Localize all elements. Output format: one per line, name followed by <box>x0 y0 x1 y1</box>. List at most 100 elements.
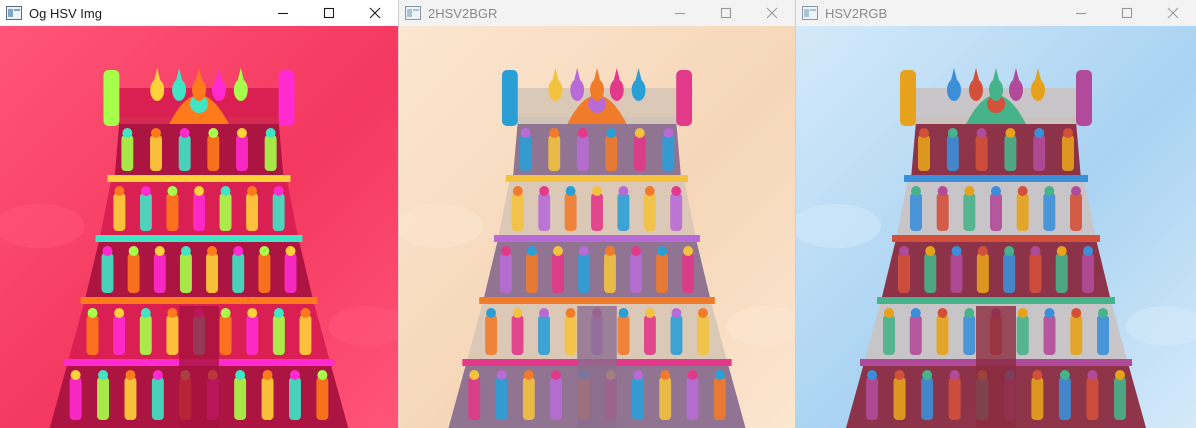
finial <box>1009 79 1023 101</box>
maximize-button[interactable] <box>703 0 749 26</box>
sculpture-head <box>605 246 615 256</box>
sculpture-figure <box>946 135 959 171</box>
sculpture-figure <box>179 253 192 293</box>
title-bar[interactable]: 2HSV2BGR <box>399 0 795 26</box>
minimize-button[interactable] <box>260 0 306 26</box>
finial <box>989 79 1003 101</box>
sculpture-figure <box>682 253 695 293</box>
close-icon <box>369 7 381 19</box>
doorway <box>976 306 1016 428</box>
window-og-hsv[interactable]: Og HSV Img <box>0 0 398 428</box>
sculpture-figure <box>511 193 524 231</box>
sculpture-head <box>565 186 576 196</box>
temple-image <box>796 26 1196 428</box>
finial <box>609 79 624 101</box>
minimize-button[interactable] <box>657 0 703 26</box>
sculpture-figure <box>284 253 297 293</box>
cornice-band <box>479 297 715 304</box>
sculpture-figure <box>206 253 219 293</box>
window-2hsv2bgr[interactable]: 2HSV2BGR <box>398 0 795 428</box>
close-button[interactable] <box>1150 0 1196 26</box>
image-canvas <box>0 26 398 428</box>
sculpture-head <box>273 308 284 318</box>
sculpture-figure <box>246 193 259 231</box>
sculpture-head <box>644 186 655 196</box>
close-button[interactable] <box>749 0 795 26</box>
sculpture-figure <box>670 193 683 231</box>
sculpture-figure <box>468 377 481 420</box>
sculpture-head <box>632 370 643 380</box>
sculpture-figure <box>1031 377 1044 420</box>
sculpture-figure <box>538 193 551 231</box>
sculpture-figure <box>605 135 618 171</box>
image-canvas <box>399 26 795 428</box>
sculpture-figure <box>578 253 590 293</box>
window-title: 2HSV2BGR <box>428 5 498 21</box>
tower-tier <box>84 239 314 301</box>
close-button[interactable] <box>352 0 398 26</box>
sculpture-figure <box>918 135 930 171</box>
sculpture-head <box>247 308 258 318</box>
title-bar[interactable]: Og HSV Img <box>0 0 398 26</box>
window-controls <box>1058 0 1196 26</box>
sculpture-figure <box>69 377 82 420</box>
sculpture-head <box>631 246 641 256</box>
sculpture-head <box>262 370 273 380</box>
sculpture-figure <box>499 253 512 293</box>
tower-tier <box>911 121 1081 179</box>
finial <box>192 79 206 101</box>
sculpture-head <box>925 246 936 256</box>
sculpture-head <box>114 186 125 196</box>
sculpture-head <box>947 128 958 138</box>
sculpture-figure <box>1033 135 1046 171</box>
sculpture-figure <box>316 377 329 420</box>
sculpture-figure <box>261 377 274 420</box>
sculpture-head <box>539 186 550 196</box>
sculpture-head <box>894 370 905 380</box>
sculpture-head <box>469 370 480 380</box>
sculpture-figure <box>113 193 126 231</box>
window-title: HSV2RGB <box>825 5 888 21</box>
sculpture-figure <box>538 315 550 355</box>
sculpture-head <box>1032 370 1043 380</box>
sculpture-figure <box>264 135 277 171</box>
sculpture-head <box>237 128 247 138</box>
sculpture-figure <box>591 193 603 231</box>
sculpture-figure <box>656 253 668 293</box>
sculpture-figure <box>1070 193 1082 231</box>
sculpture-head <box>140 308 151 318</box>
sculpture-figure <box>630 253 642 293</box>
sculpture-figure <box>1114 377 1126 420</box>
sculpture-head <box>233 246 244 256</box>
window-controls <box>657 0 795 26</box>
finial <box>211 79 226 101</box>
sculpture-figure <box>604 253 616 293</box>
corner-guardian <box>103 70 120 126</box>
sculpture-head <box>114 308 125 318</box>
sculpture-head <box>714 370 725 380</box>
sculpture-figure <box>662 135 675 171</box>
sculpture-head <box>154 246 165 256</box>
sculpture-figure <box>936 193 949 231</box>
sculpture-head <box>167 186 178 196</box>
sculpture-figure <box>519 135 532 171</box>
sculpture-head <box>1059 370 1070 380</box>
sculpture-head <box>273 186 284 196</box>
sculpture-figure <box>552 253 564 293</box>
sculpture-figure <box>139 315 152 355</box>
title-bar[interactable]: HSV2RGB <box>796 0 1196 26</box>
finial <box>969 79 983 101</box>
sculpture-head <box>1071 308 1082 318</box>
sculpture-head <box>539 308 549 318</box>
sculpture-head <box>102 246 113 256</box>
sculpture-figure <box>97 377 110 420</box>
sculpture-figure <box>526 253 538 293</box>
sculpture-head <box>180 246 191 256</box>
maximize-button[interactable] <box>306 0 352 26</box>
minimize-button[interactable] <box>1058 0 1104 26</box>
sculpture-head <box>1115 370 1125 380</box>
sculpture-figure <box>924 253 937 293</box>
maximize-button[interactable] <box>1104 0 1150 26</box>
tower-tier <box>881 239 1111 301</box>
window-hsv2rgb[interactable]: HSV2RGB <box>795 0 1196 428</box>
